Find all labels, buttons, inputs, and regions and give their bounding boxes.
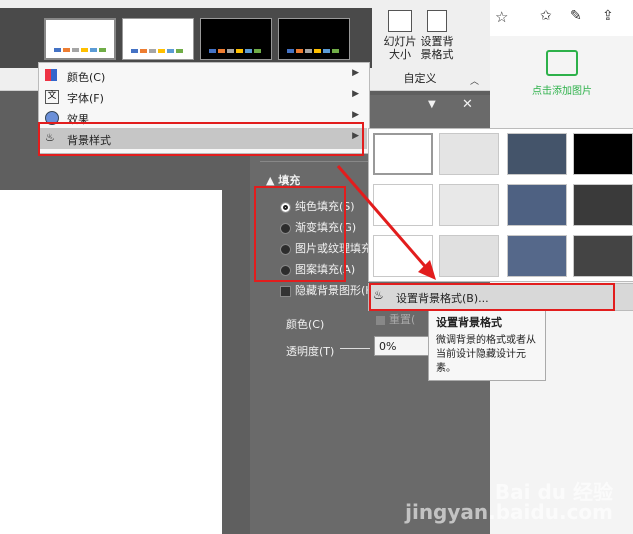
bg-style-swatch[interactable] <box>573 133 633 175</box>
tooltip-title: 设置背景格式 <box>436 316 502 329</box>
group-label-custom: 自定义 <box>403 72 437 85</box>
add-image-label: 点击添加图片 <box>532 86 592 97</box>
slide-size-button[interactable]: 幻灯片 大小 <box>380 10 420 70</box>
color-label: 颜色(C) <box>286 318 325 331</box>
transparency-slider[interactable] <box>340 348 370 349</box>
checkbox-icon <box>280 285 291 297</box>
tooltip-body: 微调背景的格式或者从当前设计隐藏设计元素。 <box>436 335 536 374</box>
annotation-box-background-styles <box>38 122 364 156</box>
bg-style-swatch[interactable] <box>507 133 567 175</box>
chevron-right-icon: ▶ <box>352 110 359 120</box>
chevron-right-icon: ▶ <box>352 89 359 99</box>
add-image-button[interactable]: 点击添加图片 <box>514 50 610 120</box>
star-icon[interactable]: ☆ <box>495 8 508 26</box>
bg-style-swatch[interactable] <box>573 184 633 226</box>
bg-style-swatch[interactable] <box>507 235 567 277</box>
favorites-icon[interactable]: ✩ <box>540 8 552 24</box>
menu-item-label: 字体(F) <box>67 92 104 105</box>
slide-size-icon <box>388 10 412 32</box>
annotation-arrow <box>336 165 436 280</box>
slide-size-label: 幻灯片 大小 <box>383 35 417 61</box>
collapse-ribbon-icon[interactable]: ︿ <box>470 74 479 87</box>
reset-label: 重置( <box>389 313 416 326</box>
menu-item-fonts[interactable]: 文 字体(F) ▶ <box>39 86 367 107</box>
menu-item-label: 颜色(C) <box>67 71 106 84</box>
variant-1[interactable] <box>44 18 116 60</box>
paint-bucket-icon <box>427 10 447 32</box>
colors-icon <box>45 69 57 81</box>
reset-icon <box>376 315 385 325</box>
slide-canvas[interactable] <box>0 190 222 534</box>
font-icon: 文 <box>45 90 59 104</box>
chevron-right-icon: ▶ <box>352 68 359 78</box>
tooltip: 设置背景格式 微调背景的格式或者从当前设计隐藏设计元素。 <box>428 309 546 381</box>
menu-item-colors[interactable]: 颜色(C) ▶ <box>39 65 367 86</box>
image-add-icon <box>546 50 578 76</box>
share-icon[interactable]: ⇪ <box>602 8 614 24</box>
set-bg-format-button[interactable]: 设置背 景格式 <box>420 10 454 70</box>
watermark-logo: Bai du 经验 jingyan.baidu.com <box>405 480 613 524</box>
reset-background-item[interactable]: 重置( <box>370 311 428 329</box>
close-icon[interactable]: ✕ <box>462 97 473 112</box>
pen-icon[interactable]: ✎ <box>570 8 582 24</box>
variant-3[interactable] <box>200 18 272 60</box>
variants-gallery <box>0 8 372 68</box>
bg-style-swatch[interactable] <box>507 184 567 226</box>
browser-toolbar: ☆ ✩ ✎ ⇪ <box>490 0 633 37</box>
variant-2[interactable] <box>122 18 194 60</box>
pane-dropdown-icon[interactable]: ▼ <box>428 99 436 110</box>
bg-style-swatch[interactable] <box>573 235 633 277</box>
transparency-input[interactable]: 0% <box>374 336 430 356</box>
transparency-label: 透明度(T) <box>286 345 335 358</box>
variant-4[interactable] <box>278 18 350 60</box>
set-bg-format-label: 设置背 景格式 <box>420 35 454 61</box>
